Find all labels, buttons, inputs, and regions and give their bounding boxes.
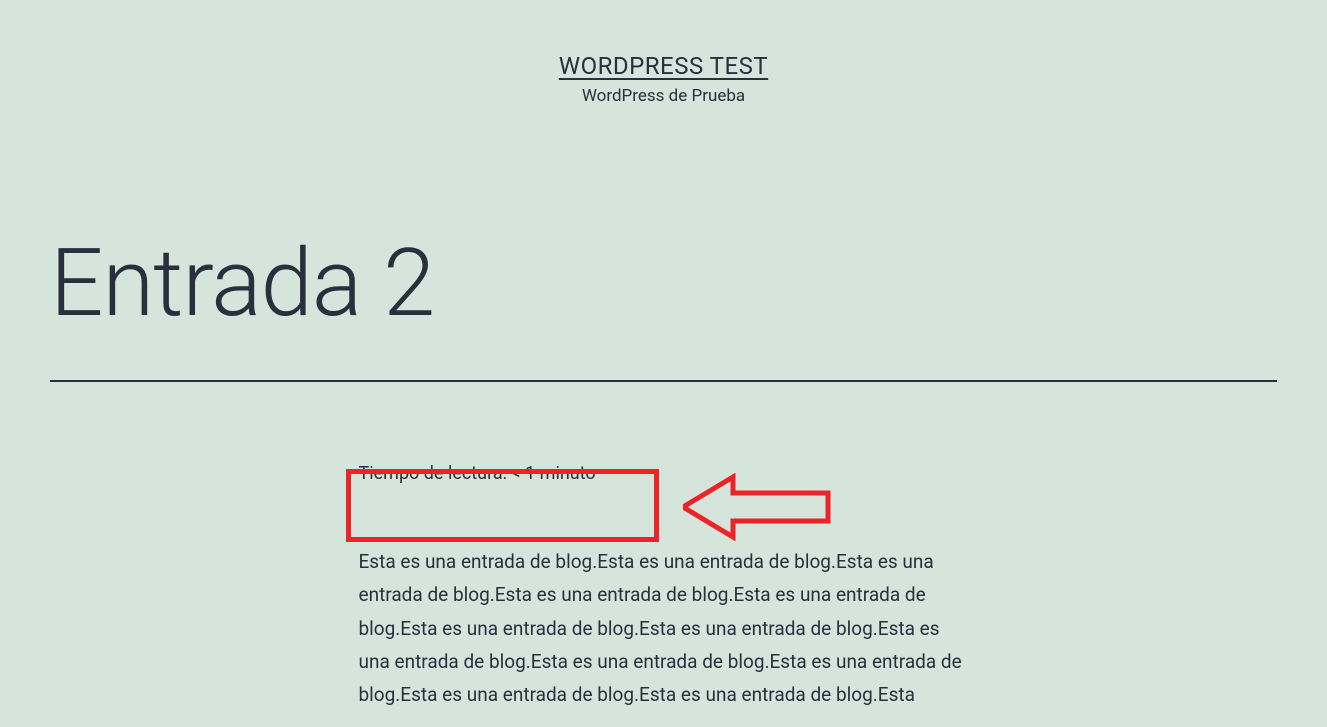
reading-time-label: Tiempo de lectura: < 1 minuto [359, 460, 596, 487]
site-title-link[interactable]: WORDPRESS TEST [0, 52, 1327, 80]
post-divider [50, 380, 1277, 382]
site-tagline: WordPress de Prueba [0, 86, 1327, 106]
site-header: WORDPRESS TEST WordPress de Prueba [0, 0, 1327, 106]
divider-container [0, 380, 1327, 382]
post-title: Entrada 2 [50, 236, 1277, 330]
post-title-container: Entrada 2 [0, 236, 1327, 330]
post-content: Tiempo de lectura: < 1 minuto Esta es un… [359, 460, 969, 711]
post-body-text: Esta es una entrada de blog.Esta es una … [359, 545, 969, 711]
